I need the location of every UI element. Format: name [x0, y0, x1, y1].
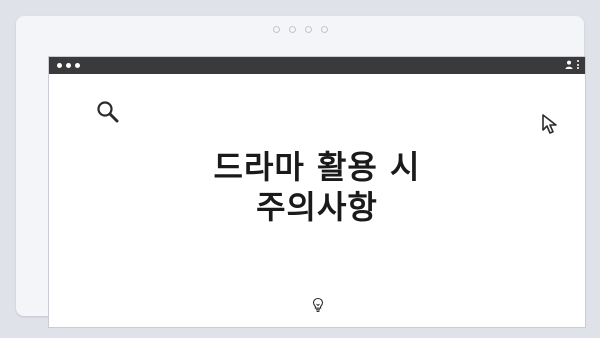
window-controls [57, 63, 80, 68]
pagination-dots [16, 26, 584, 33]
lightbulb-icon [312, 297, 324, 312]
pagination-dot [288, 26, 296, 33]
search-icon [97, 101, 119, 123]
window-dot-close[interactable] [57, 63, 62, 68]
browser-window: 드라마 활용 시 주의사항 [48, 56, 586, 328]
kebab-menu-icon[interactable] [577, 60, 579, 69]
page-headline: 드라마 활용 시 주의사항 [49, 147, 585, 227]
window-dot-minimize[interactable] [66, 63, 71, 68]
pagination-dot [304, 26, 312, 33]
window-dot-maximize[interactable] [75, 63, 80, 68]
headline-line-2: 주의사항 [256, 188, 378, 226]
titlebar-actions [565, 60, 579, 69]
user-icon[interactable] [565, 60, 573, 69]
headline-line-1: 드라마 활용 시 [213, 148, 421, 186]
window-titlebar [49, 57, 585, 74]
device-frame: 드라마 활용 시 주의사항 [16, 16, 586, 328]
pagination-dot [272, 26, 280, 33]
cursor-arrow-icon [542, 114, 557, 134]
pagination-dot [320, 26, 328, 33]
